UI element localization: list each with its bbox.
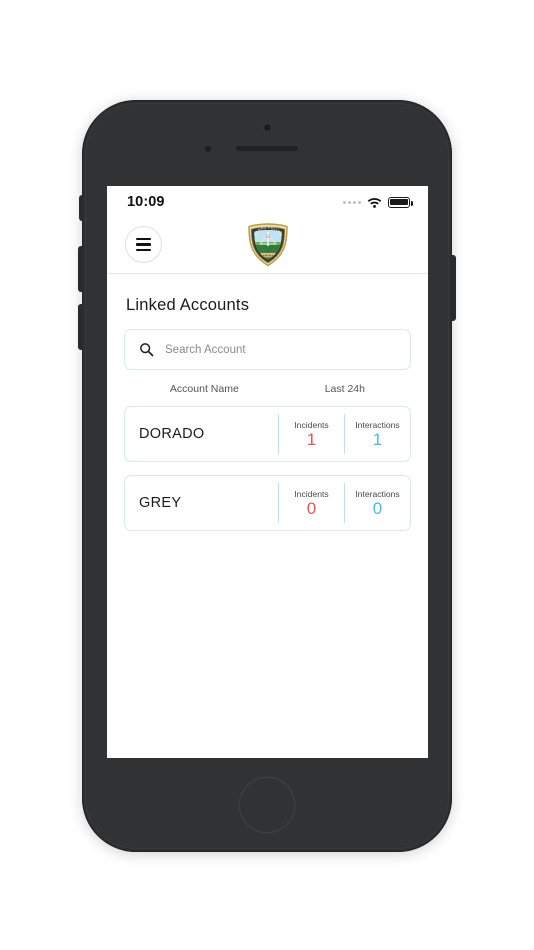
stat-interactions: Interactions 0	[344, 483, 410, 523]
account-name: GREY	[139, 495, 182, 511]
stat-value-incidents: 0	[306, 498, 317, 518]
screenshot-canvas: 10:09 ARUBA UERPO POLICIA Linked Account…	[0, 0, 534, 950]
stat-value-interactions: 0	[372, 498, 383, 518]
silent-switch-button[interactable]	[79, 195, 83, 221]
stat-label-incidents: Incidents	[294, 488, 329, 499]
app-logo: ARUBA CUERPO POLICIAL	[246, 222, 290, 268]
app-header-bar: ARUBA CUERPO POLICIAL	[107, 216, 428, 274]
search-input[interactable]	[165, 343, 396, 356]
column-header-account-name: Account Name	[169, 383, 239, 395]
stat-label-interactions: Interactions	[355, 488, 400, 499]
status-bar-indicators	[343, 196, 413, 208]
table-row[interactable]: DORADO Incidents 1 Interactions 1	[124, 406, 411, 462]
power-button[interactable]	[451, 255, 456, 321]
column-header-last-24h: Last 24h	[324, 383, 365, 395]
status-bar-clock: 10:09	[127, 194, 165, 210]
cuerpo-policial-aruba-badge-icon: ARUBA CUERPO POLICIAL	[246, 222, 288, 266]
earpiece-speaker	[236, 146, 298, 151]
signal-dots-icon	[343, 200, 361, 204]
table-column-headers: Account Name Last 24h	[124, 370, 411, 406]
stat-label-incidents: Incidents	[294, 419, 329, 430]
stat-value-interactions: 1	[372, 429, 383, 449]
table-row[interactable]: GREY Incidents 0 Interactions 0	[124, 475, 411, 531]
wifi-icon	[367, 197, 382, 208]
stat-incidents: Incidents 0	[278, 483, 344, 523]
status-bar: 10:09	[107, 186, 428, 216]
home-button[interactable]	[240, 778, 294, 832]
page-title: Linked Accounts	[126, 296, 250, 314]
phone-device-frame: 10:09 ARUBA UERPO POLICIA Linked Account…	[78, 100, 456, 852]
stat-label-interactions: Interactions	[355, 419, 400, 430]
volume-down-button[interactable]	[78, 304, 83, 350]
stat-interactions: Interactions 1	[344, 414, 410, 454]
phone-screen: 10:09 ARUBA UERPO POLICIA Linked Account…	[107, 186, 428, 758]
proximity-sensor-icon	[205, 146, 211, 152]
battery-full-icon	[388, 196, 413, 208]
search-bar[interactable]	[124, 329, 411, 370]
main-content: Linked Accounts Account Name Last 24h DO…	[107, 274, 428, 531]
search-icon	[140, 343, 154, 357]
stat-incidents: Incidents 1	[278, 414, 344, 454]
account-name: DORADO	[139, 426, 205, 442]
volume-up-button[interactable]	[78, 246, 83, 292]
hamburger-menu-icon[interactable]	[125, 226, 162, 263]
stat-value-incidents: 1	[306, 429, 317, 449]
front-camera-icon	[263, 124, 271, 131]
